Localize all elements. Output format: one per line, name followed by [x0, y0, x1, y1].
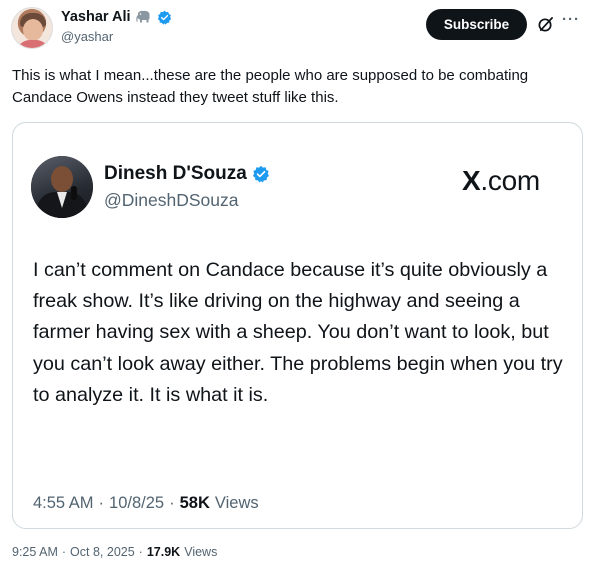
quoted-author-handle[interactable]: @DineshDSouza [104, 190, 239, 211]
quoted-post-views-label: Views [214, 494, 259, 512]
author-avatar[interactable] [11, 7, 53, 49]
quoted-post-time[interactable]: 4:55 AM [33, 494, 94, 513]
x-com-logo: X.com [462, 165, 540, 196]
elephant-icon [135, 10, 150, 23]
quoted-author-name[interactable]: Dinesh D'Souza [104, 163, 247, 185]
quoted-author-name-row: Dinesh D'Souza [104, 162, 270, 186]
post-screenshot: Yashar Ali @yashar Subscribe ··· This is… [0, 0, 592, 568]
verified-badge-icon [157, 10, 171, 25]
more-options-icon[interactable]: ··· [562, 12, 582, 32]
quoted-post-text: I can’t comment on Candace because it’s … [33, 259, 563, 406]
grok-icon[interactable] [537, 16, 554, 33]
post-date[interactable]: Oct 8, 2025 [70, 545, 135, 559]
post-views-label: Views [184, 545, 218, 559]
post-time[interactable]: 9:25 AM [12, 545, 58, 559]
subscribe-button[interactable]: Subscribe [426, 9, 527, 40]
quoted-post-date[interactable]: 10/8/25 [109, 494, 164, 513]
quoted-post-views-count: 58K [179, 494, 210, 512]
author-handle[interactable]: @yashar [61, 29, 113, 44]
separator-dot: · [61, 545, 67, 559]
author-name[interactable]: Yashar Ali [61, 9, 131, 25]
separator-dot: · [169, 494, 175, 512]
verified-badge-icon [252, 165, 269, 183]
separator-dot: · [138, 545, 143, 559]
post-text: This is what I mean...these are the peop… [12, 67, 529, 106]
quoted-post-meta: 4:55 AM · 10/8/25 · 58K Views [33, 494, 259, 513]
separator-dot: · [98, 494, 105, 512]
quoted-author-avatar[interactable] [31, 156, 93, 218]
post-meta: 9:25 AM · Oct 8, 2025 · 17.9K Views [12, 545, 217, 559]
author-name-row: Yashar Ali [61, 7, 172, 27]
quoted-post-card[interactable]: Dinesh D'Souza @DineshDSouza X.com I can… [12, 122, 583, 529]
post-views-count: 17.9K [146, 545, 181, 559]
